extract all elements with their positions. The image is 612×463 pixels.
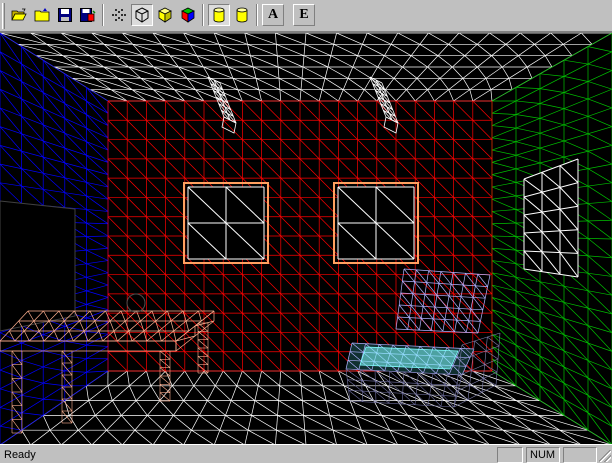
- text-a-button[interactable]: A: [262, 4, 284, 26]
- tv-screen[interactable]: [0, 200, 76, 332]
- cylinder-b-button[interactable]: [231, 4, 253, 26]
- resize-grip[interactable]: [599, 450, 611, 462]
- side-window-right[interactable]: [523, 158, 579, 278]
- flat-view-button[interactable]: [154, 4, 176, 26]
- shaded-cube-icon: [180, 7, 196, 23]
- toolbar: A E: [0, 0, 612, 32]
- folder-button[interactable]: [31, 4, 53, 26]
- toolbar-separator: [256, 4, 258, 26]
- save-button[interactable]: [54, 4, 76, 26]
- folder-icon: [34, 8, 50, 22]
- flat-cube-icon: [157, 7, 173, 23]
- text-e-button[interactable]: E: [293, 4, 315, 26]
- cylinder-icon: [236, 7, 248, 23]
- 3d-viewport[interactable]: [0, 32, 612, 444]
- open-button[interactable]: [8, 4, 30, 26]
- toolbar-separator: [202, 4, 204, 26]
- status-pane-empty: [563, 447, 597, 463]
- num-lock-indicator: NUM: [526, 447, 560, 463]
- back-wall-grid: [107, 100, 493, 372]
- wireframe-cube-icon: [134, 7, 150, 23]
- text-a-label: A: [267, 7, 279, 22]
- back-window-right[interactable]: [333, 182, 419, 264]
- back-window-left[interactable]: [183, 182, 269, 264]
- shaded-view-button[interactable]: [177, 4, 199, 26]
- point-cloud-icon: [111, 7, 127, 23]
- export-disk-icon: [80, 8, 96, 22]
- export-button[interactable]: [77, 4, 99, 26]
- folder-open-icon: [11, 8, 27, 22]
- room-wireframe-scene[interactable]: [0, 33, 612, 444]
- ceiling-lamp-left[interactable]: [207, 76, 237, 134]
- cylinder-icon: [213, 7, 225, 23]
- text-e-label: E: [299, 7, 309, 22]
- wireframe-view-button[interactable]: [131, 4, 153, 26]
- status-pane-empty: [497, 447, 523, 463]
- chair-mesh[interactable]: [345, 268, 501, 408]
- toolbar-grip[interactable]: [2, 3, 5, 29]
- cylinder-a-button[interactable]: [208, 4, 230, 26]
- ceiling-lamp-right[interactable]: [369, 76, 399, 134]
- status-bar: Ready NUM: [0, 444, 612, 463]
- floppy-disk-icon: [58, 8, 72, 22]
- status-text: Ready: [4, 449, 36, 461]
- toolbar-separator: [102, 4, 104, 26]
- points-view-button[interactable]: [108, 4, 130, 26]
